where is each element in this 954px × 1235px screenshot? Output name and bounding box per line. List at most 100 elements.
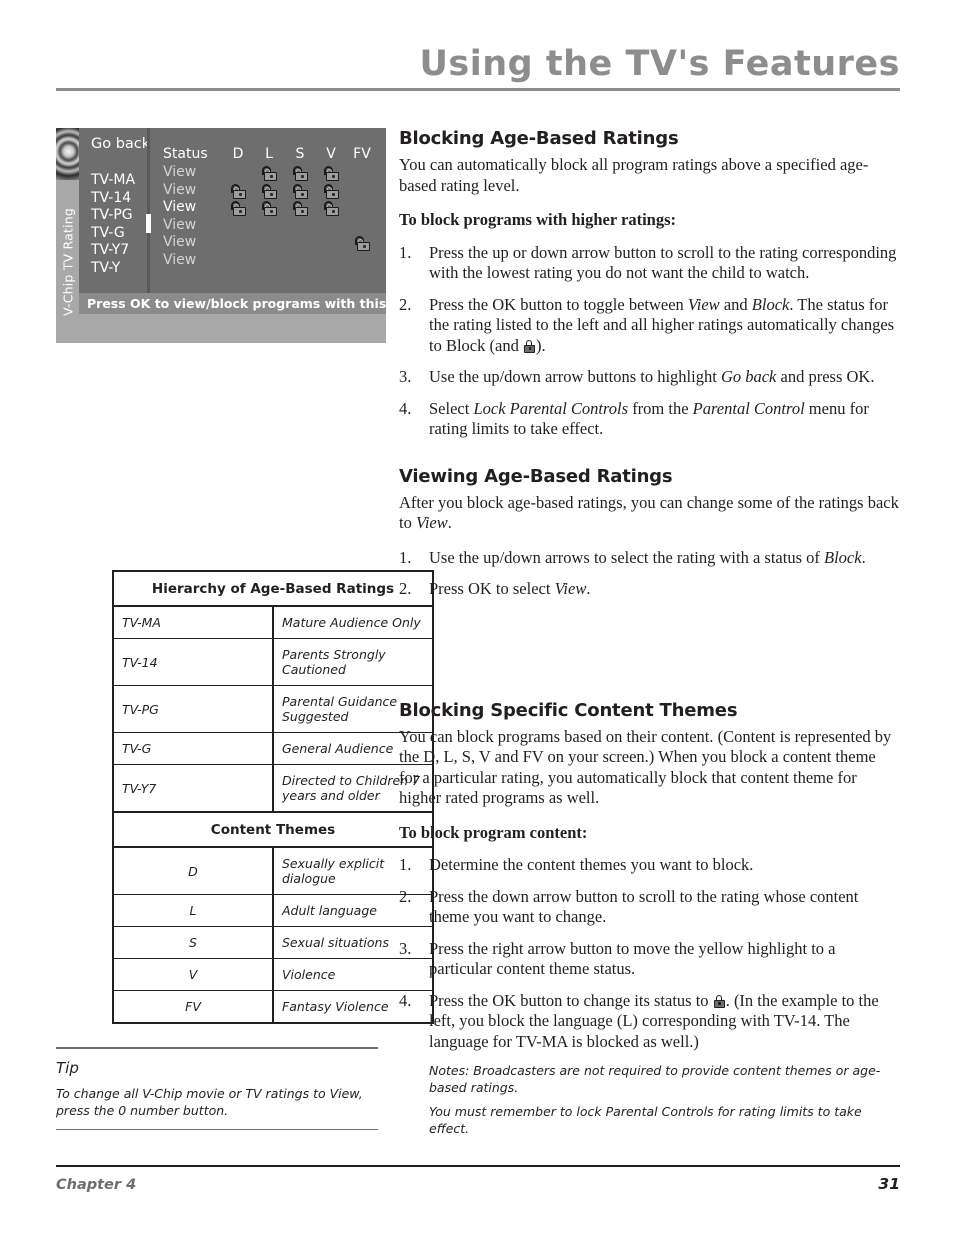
- step-number: 1.: [399, 855, 412, 874]
- padlock-open-icon[interactable]: [261, 201, 277, 217]
- step-text: Press the down arrow button to scroll to…: [429, 886, 859, 927]
- padlock-open-icon[interactable]: [292, 166, 308, 181]
- step-text-part: and: [719, 294, 752, 314]
- table-row: D Sexually explicit dialogue: [113, 847, 433, 895]
- subheading-to-block-program-content: To block program content:: [399, 822, 588, 842]
- page-header: Using the TV's Features: [56, 44, 900, 94]
- rating-key: TV-G: [113, 732, 274, 765]
- emphasis-lock-parental-controls: Lock Parental Controls: [473, 398, 629, 418]
- paragraph-blocking-content-intro: You can block programs based on their co…: [399, 726, 892, 808]
- padlock-open-icon[interactable]: [261, 166, 277, 181]
- step-text-part: Press the OK button to change its status…: [429, 990, 713, 1010]
- rating-key: TV-14: [113, 638, 274, 686]
- left-column: V-Chip TV Rating Go back TV-MA TV-14 TV-…: [56, 128, 434, 1024]
- table-row: TV-G General Audience: [113, 732, 433, 765]
- padlock-closed-icon: [523, 339, 535, 353]
- steps-blocking-content: 1. Determine the content themes you want…: [399, 855, 899, 1052]
- table-row: V Violence: [113, 958, 433, 991]
- table-row: TV-PG Parental Guidance Suggested: [113, 685, 433, 733]
- page-footer: Chapter 4 31: [56, 1165, 900, 1193]
- step-text-part: .: [861, 547, 866, 567]
- footer-divider: [56, 1165, 900, 1167]
- section-blocking-specific-content-themes: Blocking Specific Content Themes You can…: [399, 700, 899, 1138]
- header-divider: [56, 88, 900, 91]
- status-value[interactable]: View: [163, 164, 221, 182]
- step-number: 2.: [399, 294, 412, 314]
- status-value[interactable]: View: [163, 182, 221, 200]
- list-item: 3. Use the up/down arrow buttons to high…: [399, 367, 899, 388]
- status-value[interactable]: View: [163, 252, 221, 270]
- padlock-open-icon[interactable]: [261, 183, 277, 199]
- osd-help-banner-text: Press OK to view/block programs with thi…: [87, 296, 386, 311]
- grid-row-tv-y[interactable]: View: [163, 252, 378, 270]
- paragraph-part: After you block age-based ratings, you c…: [399, 492, 899, 533]
- padlock-closed-icon: [713, 994, 725, 1008]
- footer-page-number: 31: [878, 1175, 900, 1193]
- table-row: FV Fantasy Violence: [113, 990, 433, 1023]
- content-themes-table-block: Content Themes D Sexually explicit dialo…: [112, 811, 434, 1024]
- list-item: 2. Press the down arrow button to scroll…: [399, 887, 899, 928]
- padlock-open-icon[interactable]: [323, 201, 339, 217]
- list-item: 1. Press the up or down arrow button to …: [399, 243, 899, 284]
- tip-block: Tip To change all V-Chip movie or TV rat…: [56, 1047, 378, 1130]
- theme-key: V: [113, 958, 274, 991]
- rating-key: TV-MA: [113, 606, 274, 639]
- tip-top-divider: [56, 1047, 378, 1049]
- rating-label[interactable]: TV-MA: [91, 172, 147, 190]
- theme-key: S: [113, 926, 274, 959]
- table-row: S Sexual situations: [113, 926, 433, 959]
- grid-row-tv-14[interactable]: View: [163, 182, 378, 200]
- step-number: 2.: [399, 579, 412, 598]
- padlock-open-icon[interactable]: [292, 183, 308, 199]
- status-value[interactable]: View: [163, 199, 221, 217]
- padlock-open-icon[interactable]: [230, 183, 246, 199]
- rating-label[interactable]: TV-PG: [91, 207, 147, 225]
- tip-bottom-divider: [56, 1128, 378, 1130]
- grid-row-tv-ma[interactable]: View: [163, 164, 378, 182]
- column-header-s: S: [295, 146, 305, 162]
- vchip-side-label: V-Chip TV Rating: [56, 180, 79, 343]
- hierarchy-table: Hierarchy of Age-Based Ratings TV-MA Mat…: [112, 570, 434, 845]
- grid-row-tv-pg[interactable]: View: [163, 199, 378, 217]
- emphasis-block: Block: [824, 547, 862, 567]
- status-value[interactable]: View: [163, 217, 221, 235]
- rating-label[interactable]: TV-14: [91, 190, 147, 208]
- paragraph-blocking-age-intro: You can automatically block all program …: [399, 155, 869, 195]
- table-row: TV-14 Parents Strongly Cautioned: [113, 638, 433, 686]
- column-header-l: L: [265, 146, 273, 162]
- padlock-open-icon[interactable]: [323, 166, 339, 181]
- rating-label[interactable]: TV-Y7: [91, 242, 147, 260]
- padlock-open-icon[interactable]: [292, 201, 308, 217]
- table-row: L Adult language: [113, 894, 433, 927]
- heading-blocking-age-based-ratings: Blocking Age-Based Ratings: [399, 128, 679, 149]
- heading-viewing-age-based-ratings: Viewing Age-Based Ratings: [399, 465, 673, 487]
- grid-row-tv-y7[interactable]: View: [163, 234, 378, 252]
- note-lock-parental-controls: You must remember to lock Parental Contr…: [429, 1104, 862, 1136]
- rating-label[interactable]: TV-G: [91, 225, 147, 243]
- column-header-v: V: [326, 146, 336, 162]
- step-text-part: Use the up/down arrow buttons to highlig…: [429, 367, 721, 386]
- list-item: 2. Press OK to select View.: [399, 579, 899, 600]
- rating-status-grid: Status D L S V FV View View View View Vi…: [163, 145, 378, 270]
- step-number: 3.: [399, 367, 412, 386]
- menu-item-go-back[interactable]: Go back: [91, 136, 150, 152]
- osd-column-divider: [147, 128, 150, 293]
- table-header-row: Content Themes: [113, 812, 433, 848]
- rating-name-list: TV-MA TV-14 TV-PG TV-G TV-Y7 TV-Y: [91, 172, 147, 278]
- status-value[interactable]: View: [163, 234, 221, 252]
- padlock-open-icon[interactable]: [323, 183, 339, 199]
- step-text-part: Use the up/down arrows to select the rat…: [429, 547, 824, 567]
- padlock-open-icon[interactable]: [230, 201, 246, 217]
- step-number: 3.: [399, 938, 412, 958]
- paragraph-viewing-age-intro: After you block age-based ratings, you c…: [399, 493, 899, 534]
- list-item: 3. Press the right arrow button to move …: [399, 939, 899, 980]
- padlock-open-icon[interactable]: [354, 236, 370, 252]
- grid-row-tv-g[interactable]: View: [163, 217, 378, 235]
- right-column: Blocking Age-Based Ratings You can autom…: [399, 128, 899, 1145]
- list-item: 4. Select Lock Parental Controls from th…: [399, 399, 899, 440]
- rating-label[interactable]: TV-Y: [91, 260, 147, 278]
- theme-key: D: [113, 847, 274, 895]
- emphasis-view: View: [415, 513, 448, 532]
- step-number: 4.: [399, 398, 412, 418]
- step-number: 1.: [399, 242, 412, 262]
